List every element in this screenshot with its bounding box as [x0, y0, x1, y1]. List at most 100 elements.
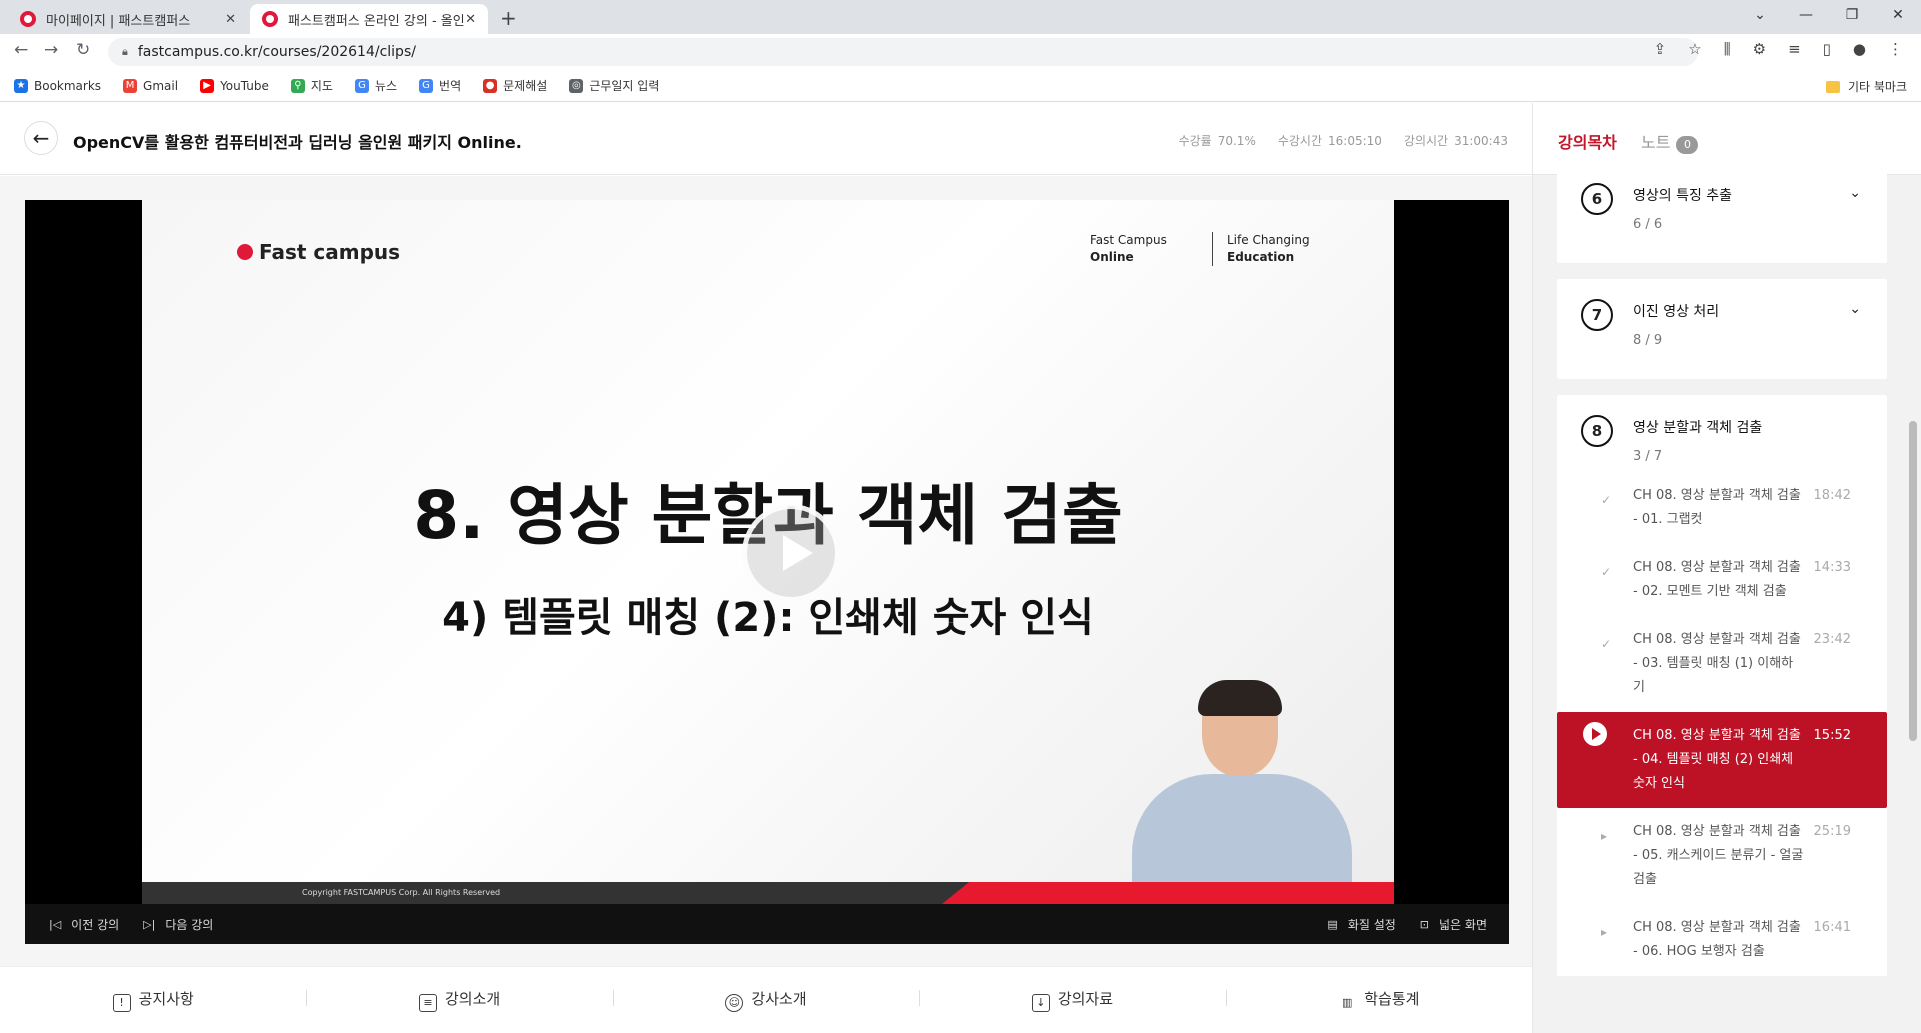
extension-n-icon[interactable]: ⫼	[1724, 40, 1731, 58]
instructor-video	[1132, 680, 1362, 904]
scrollbar-thumb[interactable]	[1909, 421, 1917, 741]
puzzle-icon[interactable]: ⚙	[1753, 40, 1766, 58]
next-lecture-button[interactable]: ▷| 다음 강의	[143, 916, 213, 933]
sidebar-scrollbar[interactable]	[1907, 185, 1917, 1015]
clip-item[interactable]: ✓ CH 08. 영상 분할과 객체 검출 - 03. 템플릿 매칭 (1) 이해…	[1581, 616, 1867, 712]
tab-label: 공지사항	[138, 990, 194, 1008]
close-icon[interactable]: ✕	[225, 12, 236, 27]
bookmark-label: Gmail	[143, 78, 179, 93]
tab-search-chevron-icon[interactable]: ⌄	[1737, 0, 1783, 34]
play-circle-icon	[1583, 722, 1607, 746]
clip-item[interactable]: ▸ CH 08. 영상 분할과 객체 검출 - 05. 캐스케이드 분류기 - 얼…	[1581, 808, 1867, 904]
bookmark-item[interactable]: G 뉴스	[354, 77, 397, 94]
menu-dots-icon[interactable]: ⋮	[1888, 40, 1903, 58]
back-button[interactable]: ←	[24, 121, 58, 155]
chevron-down-icon[interactable]: ⌄	[1849, 301, 1861, 317]
wide-screen-button[interactable]: ⊡ 넓은 화면	[1420, 916, 1487, 933]
user-icon: ☺	[725, 994, 744, 1012]
quality-icon: ▤	[1327, 917, 1338, 931]
lock-icon: 🔒︎	[122, 45, 128, 58]
clip-title: CH 08. 영상 분할과 객체 검출 - 06. HOG 보행자 검출	[1633, 920, 1801, 959]
prev-label: 이전 강의	[71, 917, 120, 932]
instructor-hair	[1198, 680, 1282, 716]
video-area: Fast campus Fast Campus Online Life Chang…	[0, 176, 1532, 966]
play-icon[interactable]	[742, 504, 840, 602]
bookmark-site-icon: ●	[483, 78, 498, 93]
tab-instructor-intro[interactable]: ☺ 강사소개	[612, 988, 919, 1012]
video-player[interactable]: Fast campus Fast Campus Online Life Chang…	[25, 200, 1509, 944]
close-icon[interactable]: ✕	[465, 12, 476, 27]
bookmark-label: 문제해설	[503, 79, 548, 93]
lecture-slide: Fast campus Fast Campus Online Life Chang…	[142, 200, 1394, 904]
tab-label: 강의소개	[445, 990, 501, 1008]
browser-tab-course[interactable]: 패스트캠퍼스 온라인 강의 - 올인 ✕	[250, 4, 488, 34]
window-controls: ⌄ — ❐ ✕	[1737, 0, 1921, 34]
address-bar[interactable]: 🔒︎ fastcampus.co.kr/courses/202614/clips…	[108, 38, 1698, 66]
tab-stats[interactable]: ▥ 학습통계	[1225, 988, 1532, 1013]
profile-avatar-icon[interactable]: ●	[1853, 40, 1866, 58]
course-header: ← OpenCV를 활용한 컴퓨터비전과 딥러닝 올인원 패키지 Online.…	[0, 103, 1532, 175]
tag-line: Fast Campus	[1090, 233, 1167, 247]
clip-duration: 15:52	[1813, 728, 1851, 743]
quality-settings-button[interactable]: ▤ 화질 설정	[1327, 916, 1395, 933]
tab-notice[interactable]: ! 공지사항	[0, 988, 306, 1012]
tag-line: Online	[1090, 250, 1134, 264]
other-bookmarks[interactable]: 기타 북마크	[1825, 78, 1907, 95]
bookmark-item[interactable]: ◎ 근무일지 입력	[569, 77, 659, 94]
tab-curriculum[interactable]: 강의목차	[1558, 129, 1617, 153]
curriculum-sidebar: 강의목차 노트 0 6 영상의 특징 추출 6 / 6 ⌄ 7 이진 영상 처리 …	[1532, 103, 1921, 1033]
tab-materials[interactable]: ↓ 강의자료	[919, 988, 1225, 1012]
tab-notes[interactable]: 노트 0	[1641, 129, 1699, 154]
chapter-item[interactable]: 7 이진 영상 처리 8 / 9 ⌄	[1557, 279, 1887, 379]
bookmark-label: 근무일지 입력	[589, 79, 660, 93]
player-controls-right: ▤ 화질 설정 ⊡ 넓은 화면	[1303, 916, 1487, 933]
bookmark-label: YouTube	[220, 78, 269, 93]
skip-forward-icon: ▷|	[143, 917, 156, 931]
checkmark-icon: ✓	[1601, 565, 1612, 579]
translate-icon: G	[419, 78, 434, 93]
stat-label: 강의시간	[1403, 134, 1449, 148]
fastcampus-logo-icon	[237, 244, 253, 260]
new-tab-plus-icon[interactable]: +	[500, 6, 517, 30]
play-small-icon: ▸	[1601, 829, 1608, 843]
url-text: fastcampus.co.kr/courses/202614/clips/	[137, 44, 416, 60]
minimize-icon[interactable]: —	[1783, 0, 1829, 34]
restore-icon[interactable]: ❐	[1829, 0, 1875, 34]
download-icon: ↓	[1031, 994, 1050, 1012]
clip-item[interactable]: ✓ CH 08. 영상 분할과 객체 검출 - 01. 그랩컷 18:42	[1581, 472, 1867, 544]
tab-label: 강사소개	[751, 990, 807, 1008]
bookmark-item[interactable]: ● 문제해설	[483, 77, 547, 94]
chapter-title: 이진 영상 처리	[1633, 304, 1720, 320]
star-icon: ★	[14, 78, 28, 93]
sidepanel-icon[interactable]: ▯	[1823, 40, 1831, 58]
clip-item[interactable]: ✓ CH 08. 영상 분할과 객체 검출 - 02. 모멘트 기반 객체 검출 1…	[1581, 544, 1867, 616]
chapter-number: 8	[1581, 415, 1613, 447]
browser-tab-mypage[interactable]: 마이페이지 | 패스트캠퍼스 ✕	[8, 4, 248, 34]
share-icon[interactable]: ⇪	[1654, 40, 1667, 58]
stat-progress: 수강률 70.1%	[1179, 132, 1256, 149]
chapter-progress: 3 / 7	[1633, 449, 1663, 464]
chapter-item[interactable]: 6 영상의 특징 추출 6 / 6 ⌄	[1557, 163, 1887, 263]
notes-count-badge: 0	[1676, 136, 1699, 154]
chevron-down-icon[interactable]: ⌄	[1849, 185, 1861, 201]
bookmark-item[interactable]: ⚲ 지도	[290, 77, 333, 94]
prev-lecture-button[interactable]: |◁ 이전 강의	[49, 916, 119, 933]
bookmark-item[interactable]: ▶ YouTube	[200, 78, 269, 93]
tab-label: 학습통계	[1364, 989, 1420, 1008]
stats-icon: ▥	[1342, 995, 1353, 1009]
media-icon[interactable]: ≡	[1788, 40, 1801, 58]
bookmark-star-icon[interactable]: ☆	[1688, 40, 1701, 58]
clip-item[interactable]: ▸ CH 08. 영상 분할과 객체 검출 - 06. HOG 보행자 검출 16:…	[1581, 904, 1867, 976]
bookmark-item[interactable]: M Gmail	[123, 78, 179, 93]
course-stats: 수강률 70.1% 수강시간 16:05:10 강의시간 31:00:43	[1179, 132, 1508, 149]
forward-arrow-icon[interactable]: →	[44, 40, 58, 60]
bookmark-item[interactable]: G 번역	[419, 77, 461, 94]
back-arrow-icon[interactable]: ←	[14, 40, 28, 60]
bookmark-item[interactable]: ★ Bookmarks	[14, 78, 101, 93]
stat-value: 16:05:10	[1328, 134, 1382, 148]
tab-course-intro[interactable]: ≡ 강의소개	[306, 988, 612, 1012]
clip-item-playing[interactable]: CH 08. 영상 분할과 객체 검출 - 04. 템플릿 매칭 (2) 인쇄체…	[1557, 712, 1887, 808]
window-close-icon[interactable]: ✕	[1875, 0, 1921, 34]
next-label: 다음 강의	[165, 917, 214, 932]
reload-icon[interactable]: ↻	[76, 40, 90, 60]
